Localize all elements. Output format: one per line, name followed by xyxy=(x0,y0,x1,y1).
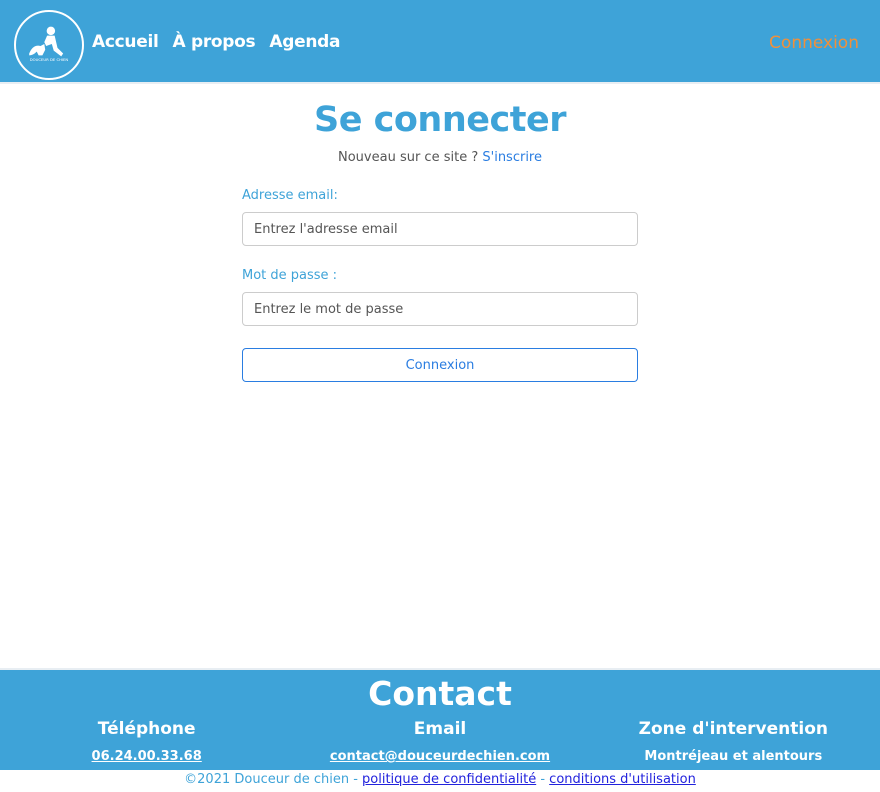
logo[interactable]: DOUCEUR DE CHIEN xyxy=(14,10,84,80)
login-form: Adresse email: Mot de passe : Connexion xyxy=(242,188,638,382)
phone-title: Téléphone xyxy=(97,719,196,739)
signup-prompt-text: Nouveau sur ce site ? xyxy=(338,150,479,165)
zone-value: Montréjeau et alentours xyxy=(644,749,823,764)
nav-connexion[interactable]: Connexion xyxy=(769,33,859,53)
email-label: Adresse email: xyxy=(242,188,338,203)
terms-link[interactable]: conditions d'utilisation xyxy=(549,772,696,787)
email-title: Email xyxy=(413,719,467,739)
nav-agenda[interactable]: Agenda xyxy=(269,32,340,52)
dog-trainer-logo-icon: DOUCEUR DE CHIEN xyxy=(29,26,69,62)
navbar: DOUCEUR DE CHIEN Accueil À propos Agenda… xyxy=(0,0,880,84)
separator: - xyxy=(540,772,546,787)
zone-title: Zone d'intervention xyxy=(638,719,828,739)
page-title: Se connecter xyxy=(314,100,566,140)
copyright-text: ©2021 Douceur de chien - xyxy=(184,772,358,787)
password-label: Mot de passe : xyxy=(242,268,338,283)
privacy-link[interactable]: politique de confidentialité xyxy=(362,772,536,787)
email-link[interactable]: contact@douceurdechien.com xyxy=(330,749,550,764)
nav-accueil[interactable]: Accueil xyxy=(92,32,159,52)
contact-title: Contact xyxy=(368,674,512,713)
email-input[interactable] xyxy=(242,212,638,246)
login-button[interactable]: Connexion xyxy=(242,348,638,382)
signup-prompt: Nouveau sur ce site ? S'inscrire xyxy=(0,150,880,165)
phone-link[interactable]: 06.24.00.33.68 xyxy=(92,749,202,764)
signup-link[interactable]: S'inscrire xyxy=(482,150,542,165)
svg-text:DOUCEUR DE CHIEN: DOUCEUR DE CHIEN xyxy=(30,58,69,62)
nav-a-propos[interactable]: À propos xyxy=(173,32,256,52)
password-input[interactable] xyxy=(242,292,638,326)
footer-contact: Contact Téléphone 06.24.00.33.68 Email con… xyxy=(0,668,880,770)
copyright-bar: ©2021 Douceur de chien - politique de co… xyxy=(0,772,880,787)
